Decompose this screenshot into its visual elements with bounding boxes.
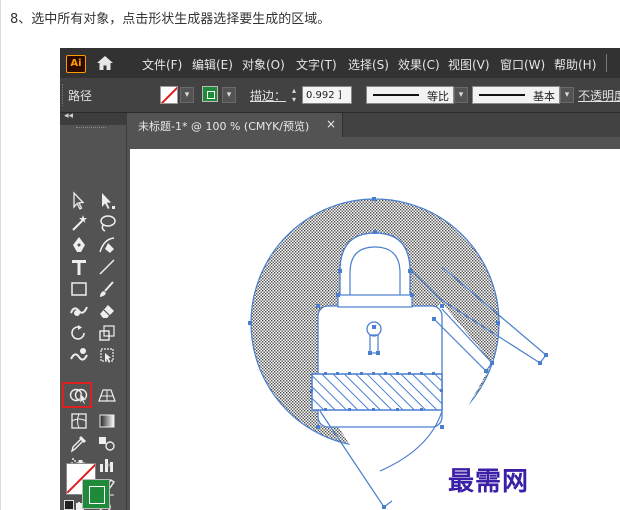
step-caption: 8、选中所有对象，点击形状生成器选择要生成的区域。 bbox=[10, 12, 331, 27]
home-icon[interactable] bbox=[96, 54, 114, 72]
fill-color-swatch[interactable] bbox=[160, 86, 178, 104]
fill-dropdown-icon[interactable]: ▾ bbox=[180, 87, 194, 103]
menu-effect[interactable]: 效果(C) bbox=[398, 56, 440, 73]
illustrator-window: Ai 文件(F) 编辑(E) 对象(O) 文字(T) 选择(S) 效果(C) 视… bbox=[60, 48, 620, 510]
toolbar-lower bbox=[60, 113, 126, 510]
stroke-color-swatch[interactable] bbox=[202, 86, 218, 102]
document-tab-title: 未标题-1* @ 100 % (CMYK/预览) bbox=[138, 120, 310, 133]
menu-object[interactable]: 对象(O) bbox=[242, 56, 285, 73]
close-icon[interactable]: × bbox=[326, 117, 336, 131]
menu-edit[interactable]: 编辑(E) bbox=[192, 56, 233, 73]
menu-help[interactable]: 帮助(H) bbox=[554, 56, 596, 73]
menu-bar: Ai 文件(F) 编辑(E) 对象(O) 文字(T) 选择(S) 效果(C) 视… bbox=[60, 48, 620, 78]
profile-label: 等比 bbox=[427, 90, 449, 103]
control-bar-grip[interactable] bbox=[62, 84, 65, 106]
default-colors-icon[interactable] bbox=[64, 500, 74, 510]
stroke-weight-stepper-icon[interactable]: ▴ ▾ bbox=[288, 86, 300, 104]
content-left-border bbox=[0, 0, 1, 510]
object-type-label: 路径 bbox=[68, 89, 93, 103]
swap-colors-icon[interactable]: ↰ bbox=[104, 461, 113, 474]
artboard[interactable] bbox=[130, 149, 620, 510]
watermark: 最需网 bbox=[448, 467, 530, 497]
app-logo: Ai bbox=[66, 55, 86, 73]
brush-label: 基本 bbox=[533, 90, 555, 103]
profile-dropdown-icon[interactable]: ▾ bbox=[454, 87, 468, 103]
shackle-base bbox=[337, 294, 413, 308]
stroke-dropdown-icon[interactable]: ▾ bbox=[222, 87, 236, 103]
menu-file[interactable]: 文件(F) bbox=[142, 56, 182, 73]
menu-select[interactable]: 选择(S) bbox=[348, 56, 389, 73]
canvas-area[interactable] bbox=[130, 137, 620, 510]
control-bar: 路径 ▾ ▾ 描边： ▴▾ 0.992 ] 等比 ▾ 基本 ▾ 不透明度 bbox=[60, 78, 620, 113]
stroke-weight-input[interactable]: 0.992 ] bbox=[302, 86, 352, 104]
menu-window[interactable]: 窗口(W) bbox=[500, 56, 545, 73]
brush-dropdown-icon[interactable]: ▾ bbox=[560, 87, 574, 103]
artwork[interactable] bbox=[130, 149, 620, 510]
stroke-color-box[interactable] bbox=[82, 479, 110, 509]
variable-width-profile[interactable]: 等比 bbox=[366, 86, 454, 104]
opacity-label[interactable]: 不透明度 bbox=[578, 87, 620, 104]
document-tab[interactable]: 未标题-1* @ 100 % (CMYK/预览) × bbox=[130, 113, 343, 137]
menu-view[interactable]: 视图(V) bbox=[448, 56, 490, 73]
menu-separator bbox=[606, 54, 607, 72]
brush-definition[interactable]: 基本 bbox=[472, 86, 560, 104]
menu-type[interactable]: 文字(T) bbox=[296, 56, 337, 73]
hatched-region bbox=[311, 373, 443, 411]
document-tab-bar: 未标题-1* @ 100 % (CMYK/预览) × bbox=[130, 113, 620, 137]
stroke-label[interactable]: 描边： bbox=[250, 87, 286, 104]
